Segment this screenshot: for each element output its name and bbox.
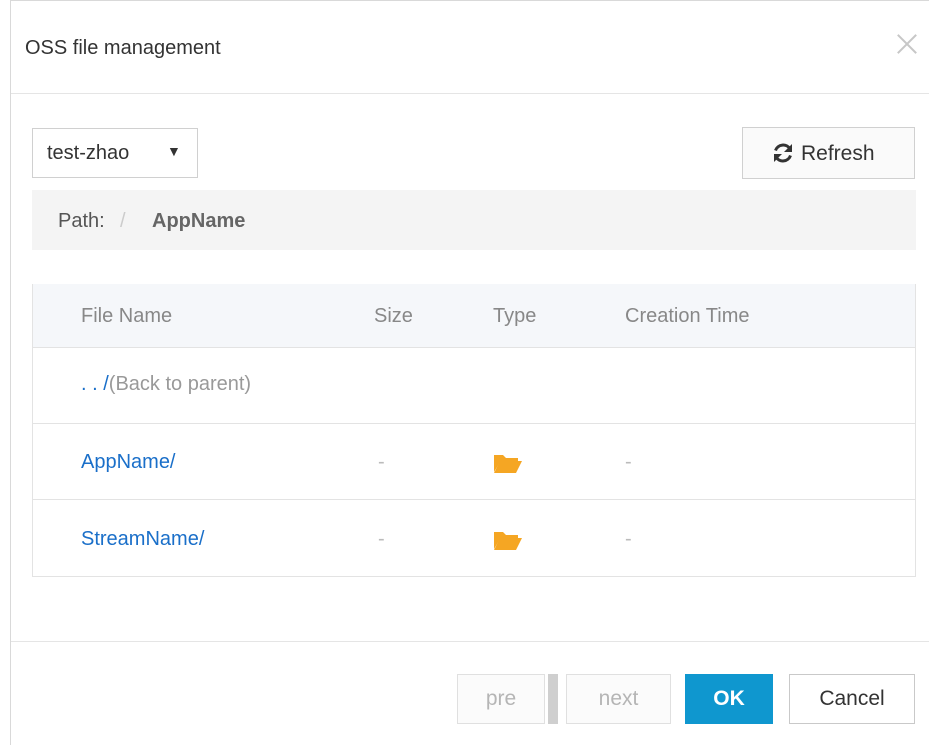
column-header-creation-time: Creation Time	[625, 305, 750, 327]
column-header-size: Size	[374, 305, 413, 327]
file-table: File Name Size Type Creation Time . . /(…	[32, 284, 916, 577]
parent-dots: . . /	[81, 373, 109, 395]
pagination-divider	[548, 674, 558, 724]
refresh-icon	[774, 143, 792, 163]
folder-icon	[494, 455, 522, 473]
path-breadcrumb: Path: / AppName	[32, 190, 916, 250]
next-button[interactable]: next	[566, 674, 671, 724]
bucket-select-value: test-zhao	[47, 142, 130, 164]
bucket-select[interactable]: test-zhao ▼	[32, 128, 198, 178]
oss-file-dialog: OSS file management test-zhao ▼ Refresh …	[10, 0, 929, 745]
creation-time: -	[625, 528, 632, 550]
table-header: File Name Size Type Creation Time	[33, 284, 915, 348]
path-current: AppName	[152, 210, 246, 232]
file-size: -	[378, 451, 385, 473]
ok-button[interactable]: OK	[685, 674, 773, 724]
folder-icon	[494, 532, 522, 550]
path-separator: /	[120, 210, 126, 232]
footer-divider	[11, 641, 929, 642]
table-row: StreamName/ - -	[33, 500, 915, 577]
dialog-title: OSS file management	[25, 37, 221, 59]
caret-down-icon: ▼	[167, 143, 181, 159]
back-to-parent-row[interactable]: . . /(Back to parent)	[33, 348, 915, 424]
column-header-file-name: File Name	[81, 305, 173, 327]
file-name-link[interactable]: StreamName/	[81, 528, 204, 551]
file-name-link[interactable]: AppName/	[81, 451, 176, 474]
file-size: -	[378, 528, 385, 550]
creation-time: -	[625, 451, 632, 473]
close-icon[interactable]	[894, 31, 920, 57]
path-label: Path:	[58, 210, 105, 232]
back-to-parent-label: (Back to parent)	[108, 373, 252, 395]
refresh-button-label: Refresh	[801, 142, 875, 165]
cancel-button[interactable]: Cancel	[789, 674, 915, 724]
table-row: AppName/ - -	[33, 424, 915, 500]
back-to-parent-link[interactable]: . . /(Back to parent)	[81, 373, 251, 396]
refresh-button[interactable]: Refresh	[742, 127, 915, 179]
column-header-type: Type	[493, 305, 537, 327]
pre-button[interactable]: pre	[457, 674, 545, 724]
dialog-header: OSS file management	[11, 1, 929, 94]
